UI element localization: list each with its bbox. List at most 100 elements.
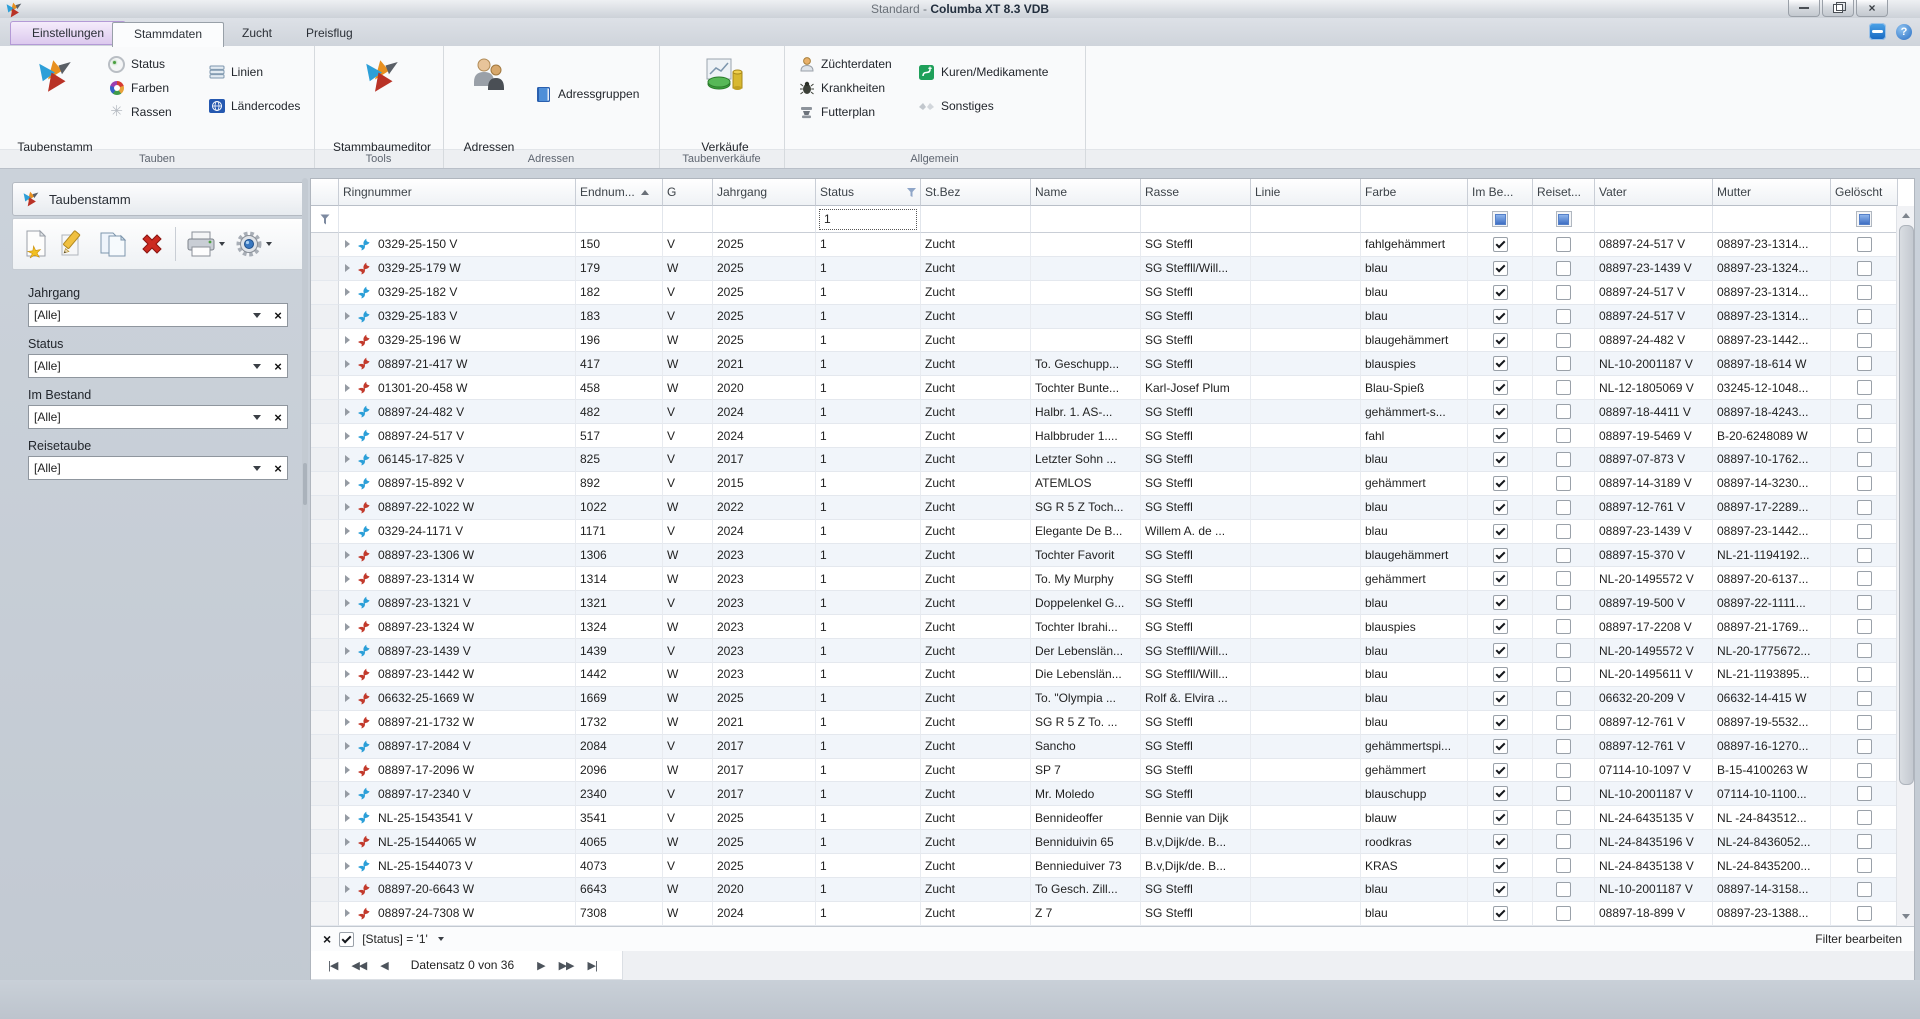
cell-farbe[interactable]: blau	[1361, 520, 1468, 544]
cell-reisetaube[interactable]	[1533, 257, 1595, 281]
cell-vater[interactable]: NL-10-2001187 V	[1595, 782, 1713, 806]
im-bestand-checkbox[interactable]	[1493, 619, 1508, 634]
reisetaube-combobox[interactable]: [Alle] ×	[28, 456, 288, 480]
table-row[interactable]: 0329-25-182 V 182 V 2025 1 Zucht SG Stef…	[311, 281, 1898, 305]
cell-status[interactable]: 1	[816, 663, 921, 687]
cell-reisetaube[interactable]	[1533, 615, 1595, 639]
cell-linie[interactable]	[1251, 305, 1361, 329]
cell-endnummer[interactable]: 3541	[576, 806, 663, 830]
cell-jahrgang[interactable]: 2025	[713, 281, 816, 305]
reisetaube-checkbox[interactable]	[1556, 237, 1571, 252]
im-bestand-checkbox[interactable]	[1493, 763, 1508, 778]
cell-name[interactable]: Bennideoffer	[1031, 806, 1141, 830]
cell-endnummer[interactable]: 458	[576, 376, 663, 400]
cell-g[interactable]: V	[663, 281, 713, 305]
cell-stbez[interactable]: Zucht	[921, 448, 1031, 472]
expand-row-icon[interactable]	[345, 885, 350, 893]
cell-jahrgang[interactable]: 2020	[713, 878, 816, 902]
row-indicator-cell[interactable]	[311, 329, 339, 353]
cell-farbe[interactable]: blau	[1361, 257, 1468, 281]
cell-im-bestand[interactable]	[1468, 472, 1533, 496]
cell-rasse[interactable]: SG Steffl	[1141, 281, 1251, 305]
cell-rasse[interactable]: SG Steffl	[1141, 544, 1251, 568]
cell-mutter[interactable]: 08897-23-1442...	[1713, 329, 1831, 353]
expand-row-icon[interactable]	[345, 336, 350, 344]
cell-im-bestand[interactable]	[1468, 281, 1533, 305]
cell-geloescht[interactable]	[1831, 352, 1898, 376]
cell-g[interactable]: W	[663, 902, 713, 926]
row-indicator-cell[interactable]	[311, 305, 339, 329]
cell-jahrgang[interactable]: 2025	[713, 830, 816, 854]
cell-vater[interactable]: 08897-12-761 V	[1595, 735, 1713, 759]
filter-cell-mutter[interactable]	[1713, 206, 1831, 233]
cell-rasse[interactable]: SG Steffl	[1141, 329, 1251, 353]
table-row[interactable]: 08897-20-6643 W 6643 W 2020 1 Zucht To G…	[311, 878, 1898, 902]
cell-reisetaube[interactable]	[1533, 520, 1595, 544]
expand-row-icon[interactable]	[345, 264, 350, 272]
cell-farbe[interactable]: gehämmert	[1361, 567, 1468, 591]
farben-button[interactable]: Farben	[108, 76, 172, 100]
cell-im-bestand[interactable]	[1468, 305, 1533, 329]
cell-ringnummer[interactable]: 08897-23-1442 W	[339, 663, 576, 687]
row-indicator-cell[interactable]	[311, 854, 339, 878]
cell-reisetaube[interactable]	[1533, 448, 1595, 472]
cell-endnummer[interactable]: 1324	[576, 615, 663, 639]
cell-vater[interactable]: NL-10-2001187 V	[1595, 352, 1713, 376]
cell-geloescht[interactable]	[1831, 806, 1898, 830]
geloescht-checkbox[interactable]	[1857, 500, 1872, 515]
cell-vater[interactable]: NL-20-1495611 V	[1595, 663, 1713, 687]
cell-linie[interactable]	[1251, 376, 1361, 400]
geloescht-checkbox[interactable]	[1857, 261, 1872, 276]
geloescht-checkbox[interactable]	[1857, 548, 1872, 563]
cell-mutter[interactable]: 08897-23-1442...	[1713, 520, 1831, 544]
reisetaube-checkbox[interactable]	[1556, 380, 1571, 395]
cell-linie[interactable]	[1251, 830, 1361, 854]
reisetaube-checkbox[interactable]	[1556, 452, 1571, 467]
cell-rasse[interactable]: SG Steffl	[1141, 759, 1251, 783]
table-row[interactable]: NL-25-1544065 W 4065 W 2025 1 Zucht Benn…	[311, 830, 1898, 854]
cell-geloescht[interactable]	[1831, 329, 1898, 353]
cell-status[interactable]: 1	[816, 591, 921, 615]
cell-rasse[interactable]: SG Steffl	[1141, 496, 1251, 520]
geloescht-checkbox[interactable]	[1857, 524, 1872, 539]
table-row[interactable]: 08897-15-892 V 892 V 2015 1 Zucht ATEMLO…	[311, 472, 1898, 496]
geloescht-checkbox[interactable]	[1857, 715, 1872, 730]
filter-edit-link[interactable]: Filter bearbeiten	[1815, 932, 1906, 946]
filter-funnel-icon[interactable]	[907, 188, 916, 197]
cell-vater[interactable]: 08897-19-500 V	[1595, 591, 1713, 615]
cell-g[interactable]: V	[663, 639, 713, 663]
cell-vater[interactable]: 08897-15-370 V	[1595, 544, 1713, 568]
im-bestand-combobox[interactable]: [Alle] ×	[28, 405, 288, 429]
cell-linie[interactable]	[1251, 615, 1361, 639]
cell-im-bestand[interactable]	[1468, 830, 1533, 854]
cell-reisetaube[interactable]	[1533, 663, 1595, 687]
expand-row-icon[interactable]	[345, 599, 350, 607]
cell-ringnummer[interactable]: 08897-24-7308 W	[339, 902, 576, 926]
table-row[interactable]: NL-25-1544073 V 4073 V 2025 1 Zucht Benn…	[311, 854, 1898, 878]
cell-g[interactable]: W	[663, 878, 713, 902]
cell-status[interactable]: 1	[816, 305, 921, 329]
cell-rasse[interactable]: SG Steffl	[1141, 448, 1251, 472]
remote-support-icon[interactable]	[1869, 23, 1886, 40]
cell-jahrgang[interactable]: 2024	[713, 902, 816, 926]
cell-mutter[interactable]: 08897-17-2289...	[1713, 496, 1831, 520]
row-indicator-cell[interactable]	[311, 806, 339, 830]
cell-endnummer[interactable]: 1314	[576, 567, 663, 591]
scroll-down-icon[interactable]	[1897, 908, 1914, 925]
cell-linie[interactable]	[1251, 544, 1361, 568]
cell-name[interactable]: Tochter Favorit	[1031, 544, 1141, 568]
cell-rasse[interactable]: Bennie van Dijk	[1141, 806, 1251, 830]
im-bestand-checkbox[interactable]	[1493, 595, 1508, 610]
cell-mutter[interactable]: 08897-14-3230...	[1713, 472, 1831, 496]
chevron-down-icon[interactable]	[253, 313, 261, 318]
row-indicator-cell[interactable]	[311, 639, 339, 663]
cell-endnummer[interactable]: 892	[576, 472, 663, 496]
cell-ringnummer[interactable]: 0329-25-182 V	[339, 281, 576, 305]
cell-linie[interactable]	[1251, 806, 1361, 830]
filter-dropdown-caret[interactable]	[438, 937, 444, 941]
row-indicator-cell[interactable]	[311, 782, 339, 806]
cell-reisetaube[interactable]	[1533, 352, 1595, 376]
cell-geloescht[interactable]	[1831, 257, 1898, 281]
cell-name[interactable]: Sancho	[1031, 735, 1141, 759]
filter-cell-geloescht[interactable]	[1831, 206, 1898, 233]
